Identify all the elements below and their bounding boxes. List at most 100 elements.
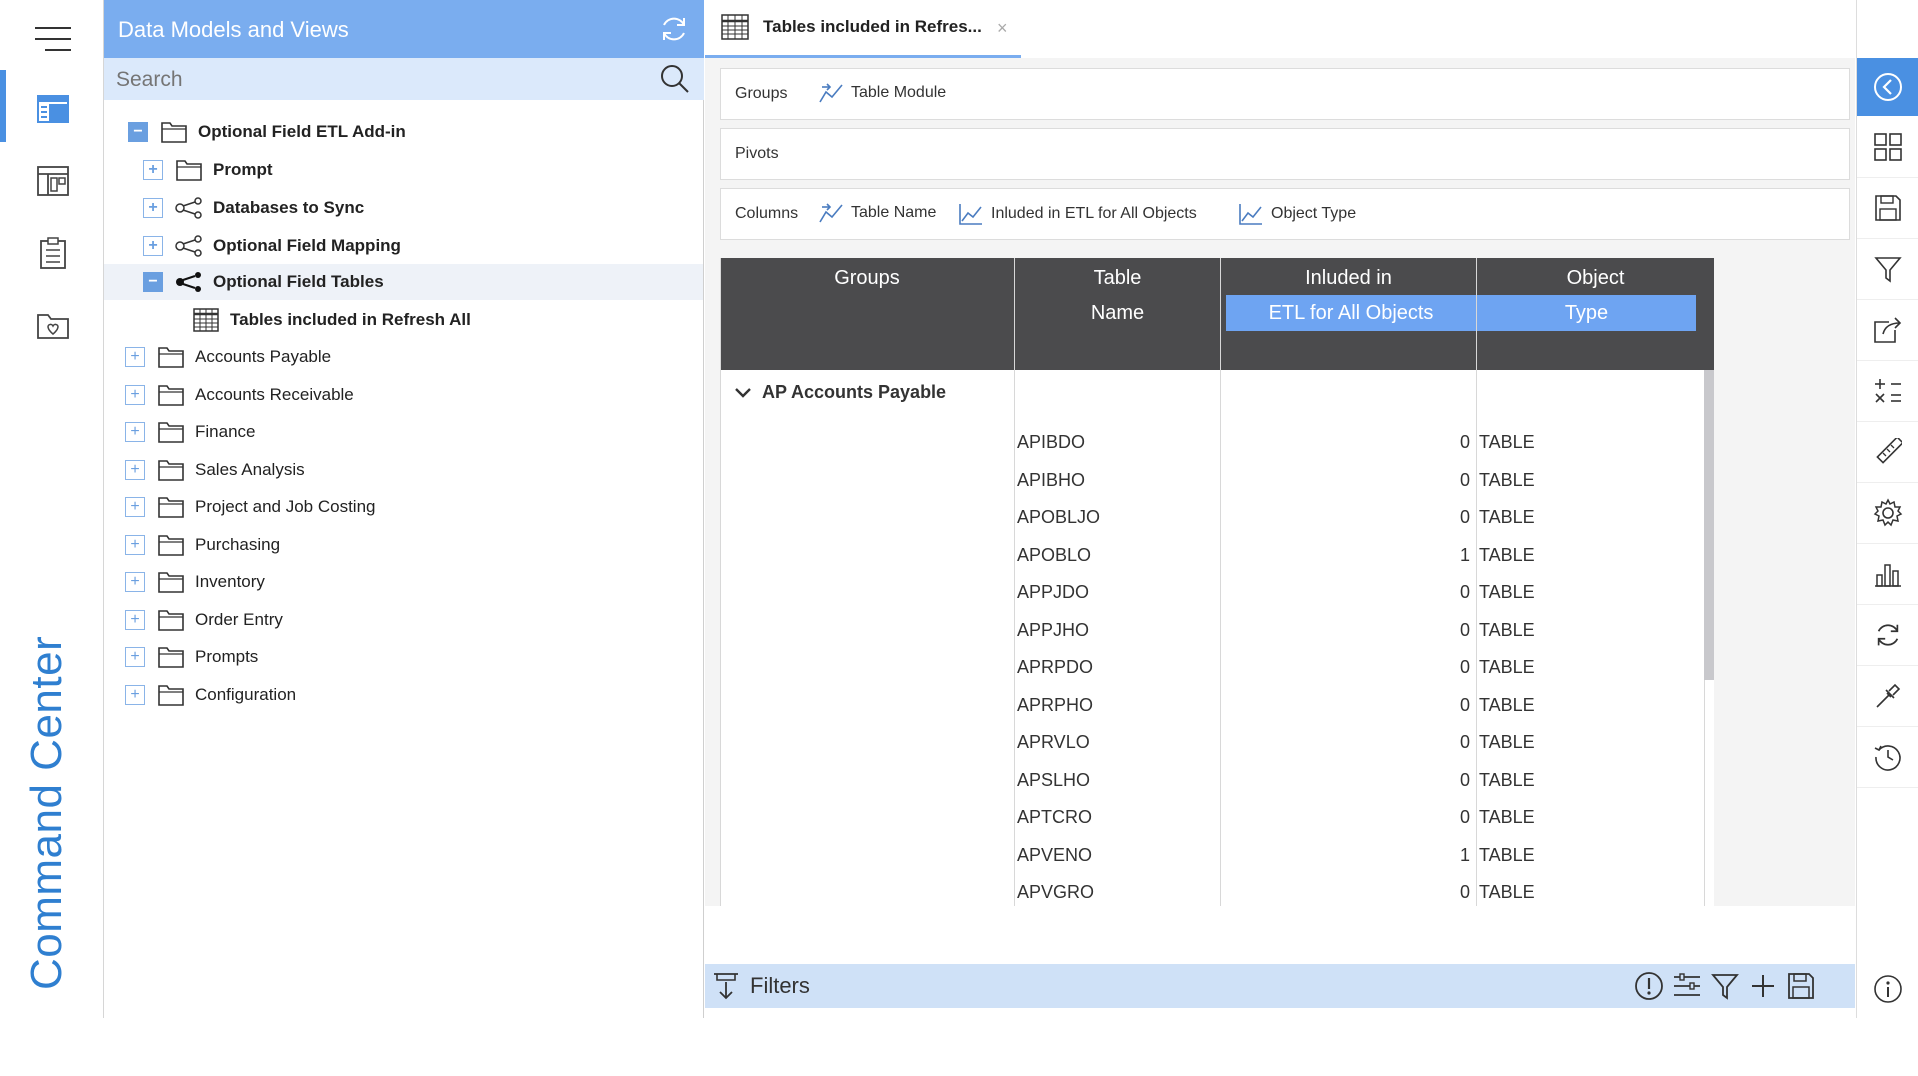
cell-included[interactable]: 1 — [1220, 537, 1470, 573]
cell-object-type[interactable]: TABLE — [1479, 762, 1535, 798]
table-row[interactable]: APRPDO 0 TABLE — [720, 649, 1704, 685]
cell-included[interactable]: 0 — [1220, 612, 1470, 648]
pivots-zone[interactable]: Pivots — [720, 128, 1850, 180]
collapse-icon[interactable]: − — [143, 272, 163, 292]
expand-icon[interactable]: + — [125, 460, 145, 480]
tree-item-optional-field-etl-add-in[interactable]: − Optional Field ETL Add-in — [128, 114, 406, 150]
cell-table-name[interactable]: APIBDO — [1017, 424, 1085, 460]
tree-item-accounts-receivable[interactable]: + Accounts Receivable — [125, 377, 354, 413]
chip-table-module[interactable]: Table Module — [819, 83, 946, 103]
cell-included[interactable]: 1 — [1220, 837, 1470, 873]
cell-included[interactable]: 0 — [1220, 687, 1470, 723]
collapse-left-icon[interactable] — [1857, 58, 1918, 116]
cell-object-type[interactable]: TABLE — [1479, 612, 1535, 648]
refresh-icon[interactable] — [658, 13, 690, 50]
list-settings-icon[interactable] — [1671, 970, 1703, 1002]
info-icon[interactable] — [1857, 958, 1918, 1019]
cell-object-type[interactable]: TABLE — [1479, 462, 1535, 498]
table-row[interactable]: APIBDO 0 TABLE — [720, 424, 1704, 460]
tree-item-finance[interactable]: + Finance — [125, 414, 255, 450]
cell-table-name[interactable]: APRPHO — [1017, 687, 1093, 723]
table-row[interactable]: APIBHO 0 TABLE — [720, 462, 1704, 498]
table-row[interactable]: APSLHO 0 TABLE — [720, 762, 1704, 798]
expand-icon[interactable]: + — [143, 236, 163, 256]
export-icon[interactable] — [1857, 299, 1918, 361]
expand-icon[interactable]: + — [125, 347, 145, 367]
cell-table-name[interactable]: APPJDO — [1017, 574, 1089, 610]
expand-icon[interactable]: + — [125, 572, 145, 592]
tab-tables-included[interactable]: Tables included in Refres... × — [705, 0, 1021, 58]
cell-object-type[interactable]: TABLE — [1479, 649, 1535, 685]
cell-table-name[interactable]: APVGRO — [1017, 874, 1094, 906]
dashboard-icon[interactable] — [30, 158, 76, 204]
vertical-scrollbar[interactable] — [1704, 370, 1714, 680]
eyedropper-icon[interactable] — [1857, 665, 1918, 727]
cell-object-type[interactable]: TABLE — [1479, 499, 1535, 535]
expand-icon[interactable]: + — [125, 422, 145, 442]
cell-table-name[interactable]: APIBHO — [1017, 462, 1085, 498]
clipboard-icon[interactable] — [30, 230, 76, 276]
cell-included[interactable]: 0 — [1220, 462, 1470, 498]
columns-zone[interactable]: Columns Table Name Inluded in ETL for Al… — [720, 188, 1850, 240]
table-row[interactable]: APRVLO 0 TABLE — [720, 724, 1704, 760]
layout-grid-icon[interactable] — [1857, 116, 1918, 178]
cell-table-name[interactable]: APVENO — [1017, 837, 1092, 873]
collapse-icon[interactable]: − — [128, 122, 148, 142]
settings-icon[interactable] — [1857, 482, 1918, 544]
table-row[interactable]: APTCRO 0 TABLE — [720, 799, 1704, 835]
alert-circle-icon[interactable] — [1633, 970, 1665, 1002]
expand-icon[interactable]: + — [125, 647, 145, 667]
cell-included[interactable]: 0 — [1220, 649, 1470, 685]
tree-item-optional-field-tables[interactable]: − Optional Field Tables — [104, 264, 703, 300]
cell-object-type[interactable]: TABLE — [1479, 724, 1535, 760]
cell-object-type[interactable]: TABLE — [1479, 424, 1535, 460]
cell-table-name[interactable]: APRPDO — [1017, 649, 1093, 685]
cell-object-type[interactable]: TABLE — [1479, 837, 1535, 873]
tree-item-project-and-job-costing[interactable]: + Project and Job Costing — [125, 489, 376, 525]
history-icon[interactable] — [1857, 726, 1918, 788]
bar-chart-icon[interactable] — [1857, 543, 1918, 605]
chevron-down-icon[interactable] — [734, 387, 752, 399]
cell-included[interactable]: 0 — [1220, 574, 1470, 610]
table-row[interactable]: APPJDO 0 TABLE — [720, 574, 1704, 610]
expand-icon[interactable]: + — [125, 385, 145, 405]
chip-table-name[interactable]: Table Name — [819, 203, 936, 223]
expand-icon[interactable]: + — [125, 685, 145, 705]
cell-table-name[interactable]: APTCRO — [1017, 799, 1092, 835]
tree-item-sales-analysis[interactable]: + Sales Analysis — [125, 452, 305, 488]
search-input[interactable] — [114, 64, 638, 96]
table-row[interactable]: APVGRO 0 TABLE — [720, 874, 1704, 906]
cell-object-type[interactable]: TABLE — [1479, 574, 1535, 610]
tree-item-accounts-payable[interactable]: + Accounts Payable — [125, 339, 331, 375]
filter-icon[interactable] — [1709, 970, 1741, 1002]
cell-included[interactable]: 0 — [1220, 799, 1470, 835]
tree-item-databases-to-sync[interactable]: + Databases to Sync — [143, 190, 364, 226]
chip-inluded-in-etl[interactable]: Inluded in ETL for All Objects — [959, 203, 1197, 225]
table-row[interactable]: APPJHO 0 TABLE — [720, 612, 1704, 648]
table-row[interactable]: APOBLO 1 TABLE — [720, 537, 1704, 573]
tree-item-configuration[interactable]: + Configuration — [125, 677, 296, 713]
expand-icon[interactable]: + — [125, 610, 145, 630]
tree-item-optional-field-mapping[interactable]: + Optional Field Mapping — [143, 228, 401, 264]
search-icon[interactable] — [660, 64, 690, 99]
cell-object-type[interactable]: TABLE — [1479, 874, 1535, 906]
tree-item-order-entry[interactable]: + Order Entry — [125, 602, 283, 638]
table-row[interactable]: APVENO 1 TABLE — [720, 837, 1704, 873]
table-row[interactable]: APRPHO 0 TABLE — [720, 687, 1704, 723]
filter-icon[interactable] — [1857, 238, 1918, 300]
cell-object-type[interactable]: TABLE — [1479, 537, 1535, 573]
cell-table-name[interactable]: APSLHO — [1017, 762, 1090, 798]
cell-included[interactable]: 0 — [1220, 724, 1470, 760]
save-icon[interactable] — [1785, 970, 1817, 1002]
chip-object-type[interactable]: Object Type — [1239, 203, 1356, 225]
expand-icon[interactable]: + — [143, 198, 163, 218]
plus-icon[interactable] — [1747, 970, 1779, 1002]
cell-table-name[interactable]: APRVLO — [1017, 724, 1090, 760]
tree-item-prompts[interactable]: + Prompts — [125, 639, 258, 675]
tree-item-inventory[interactable]: + Inventory — [125, 564, 265, 600]
cell-included[interactable]: 0 — [1220, 874, 1470, 906]
refresh-icon[interactable] — [1857, 604, 1918, 666]
tree-item-tables-included-in-refresh-all[interactable]: Tables included in Refresh All — [192, 302, 471, 338]
expand-icon[interactable]: + — [143, 160, 163, 180]
filter-download-icon[interactable] — [713, 972, 739, 1005]
